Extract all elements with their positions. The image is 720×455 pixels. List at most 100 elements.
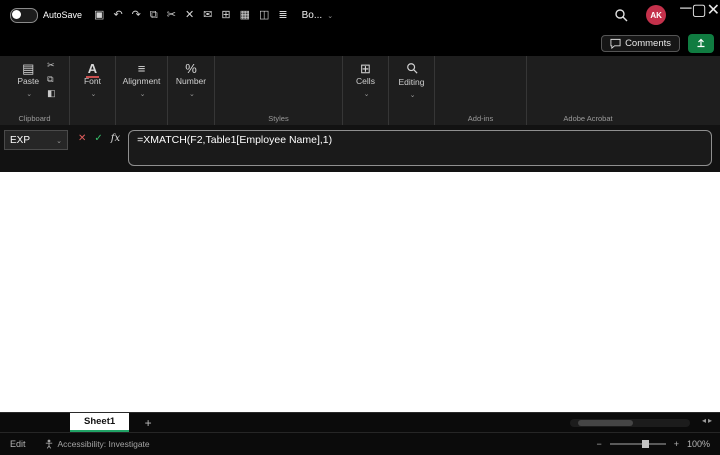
alignment-group: Alignment [116,56,168,125]
acrobat-group-label: Adobe Acrobat [563,114,613,123]
mail-icon[interactable]: ✉ [203,0,212,30]
add-sheet-button[interactable]: + [141,416,155,430]
spreadsheet-grid [0,172,720,412]
comment-icon [610,38,621,49]
name-box-value: EXP [10,134,31,146]
table-icon[interactable]: ⊞ [221,0,230,30]
chevron-down-icon [408,90,416,100]
toggle-knob [12,9,21,19]
formula-input[interactable]: =XMATCH(F2,Table1[Employee Name],1) [128,130,712,166]
copy-icon[interactable] [47,74,56,85]
paste-button[interactable]: Paste [13,60,43,101]
close-button[interactable]: ✕ [707,0,720,30]
comments-label: Comments [625,37,671,49]
percent-icon [185,62,197,75]
cut-icon[interactable] [47,60,56,71]
chevron-down-icon [138,89,146,99]
title-bar: AutoSave ▣↶↷⧉✂✕✉⊞▦◫≣ Bo... AK ─▢✕ [0,0,720,30]
formula-bar: EXP ✕ ✓ fx =XMATCH(F2,Table1[Employee Na… [0,125,720,172]
sheet-scroll-arrows[interactable]: ◂▸ [702,416,714,425]
chevron-down-icon [89,89,97,99]
copy-icon[interactable]: ⧉ [150,0,158,30]
zoom-slider[interactable] [609,440,666,448]
autosave-label: AutoSave [43,10,83,20]
cells-group: Cells [343,56,389,125]
redo-icon[interactable]: ↷ [132,0,141,30]
paste-label: Paste [17,76,40,86]
workbook-title[interactable]: Bo... [302,10,333,21]
search-icon[interactable] [614,8,628,22]
undo-icon[interactable]: ↶ [113,0,122,30]
status-bar: Edit Accessibility: Investigate − + 100% [0,432,720,455]
list-icon[interactable]: ≣ [278,0,287,30]
editing-group: Editing [389,56,435,125]
horizontal-scrollbar-thumb[interactable] [578,420,633,426]
window-controls: ─ ▢ ✕ [680,0,720,30]
status-bar-right: − + 100% [588,439,710,449]
format-painter-icon[interactable] [47,88,56,99]
magnifier-icon [406,62,418,76]
zoom-in-button[interactable]: + [674,439,679,449]
workbook-name-text: Bo... [301,9,323,21]
addins-group: Add-ins [435,56,527,125]
chevron-down-icon [187,89,195,99]
horizontal-scrollbar[interactable] [570,419,690,427]
number-group: Number [168,56,215,125]
comments-button[interactable]: Comments [601,34,680,52]
status-mode: Edit [10,439,26,449]
font-button[interactable]: Font [80,60,105,101]
cells-label: Cells [356,76,375,86]
font-group: Font [70,56,116,125]
share-button[interactable] [688,33,714,53]
chevron-down-icon [362,89,370,99]
styles-group-label: Styles [268,114,289,123]
chevron-down-icon [325,10,333,21]
share-icon [697,38,705,48]
autosave-switch-icon[interactable] [10,7,38,23]
chevron-down-icon [54,135,62,146]
name-box[interactable]: EXP [4,130,68,150]
ribbon-tab-row: Comments [0,30,720,57]
maximize-button[interactable]: ▢ [691,0,706,30]
editing-label: Editing [398,77,425,87]
sheet-tab-sheet1[interactable]: Sheet1 [70,413,130,432]
quick-access-toolbar: ▣ ↶ ↷ ⧉ ✂ ✕ ✉ ⊞ ▦ ◫ ≣ [94,0,288,30]
number-label: Number [175,76,207,86]
accessibility-icon [45,439,52,449]
acrobat-group: Adobe Acrobat [527,56,649,125]
delete-icon[interactable]: ✕ [185,0,194,30]
grid-icon[interactable]: ▦ [240,0,250,30]
clipboard-group-label: Clipboard [18,114,51,123]
insert-function-button[interactable]: fx [111,133,120,144]
font-icon [86,62,99,75]
sheet-tab-bar: Sheet1 + ◂▸ [0,412,720,432]
autosave-toggle[interactable]: AutoSave [10,7,83,23]
paste-icon [22,62,34,75]
alignment-button[interactable]: Alignment [119,60,165,101]
formula-bar-buttons: ✕ ✓ fx [78,133,120,144]
ribbon: Paste Clipboard Font Alignment Numb [0,56,720,126]
addins-group-label: Add-ins [467,114,494,123]
alignment-label: Alignment [122,76,161,86]
window-icon[interactable]: ◫ [259,0,269,30]
save-icon[interactable]: ▣ [94,0,104,30]
cut-icon[interactable]: ✂ [167,0,176,30]
chevron-down-icon [24,89,32,99]
zoom-level[interactable]: 100% [687,439,710,449]
clipboard-group: Paste Clipboard [0,56,70,125]
styles-group: Styles [215,56,343,125]
editing-button[interactable]: Editing [395,60,429,102]
accessibility-status[interactable]: Accessibility: Investigate [44,439,150,449]
cells-button[interactable]: Cells [352,60,379,101]
cells-icon [360,62,371,75]
accessibility-label: Accessibility: Investigate [57,439,150,449]
cancel-button[interactable]: ✕ [78,133,86,144]
zoom-out-button[interactable]: − [596,439,601,449]
zoom-slider-thumb[interactable] [641,440,649,448]
enter-button[interactable]: ✓ [94,133,102,144]
minimize-button[interactable]: ─ [680,0,691,30]
alignment-icon [138,62,146,75]
number-button[interactable]: Number [172,60,210,101]
font-label: Font [83,76,101,86]
avatar[interactable]: AK [646,5,667,25]
